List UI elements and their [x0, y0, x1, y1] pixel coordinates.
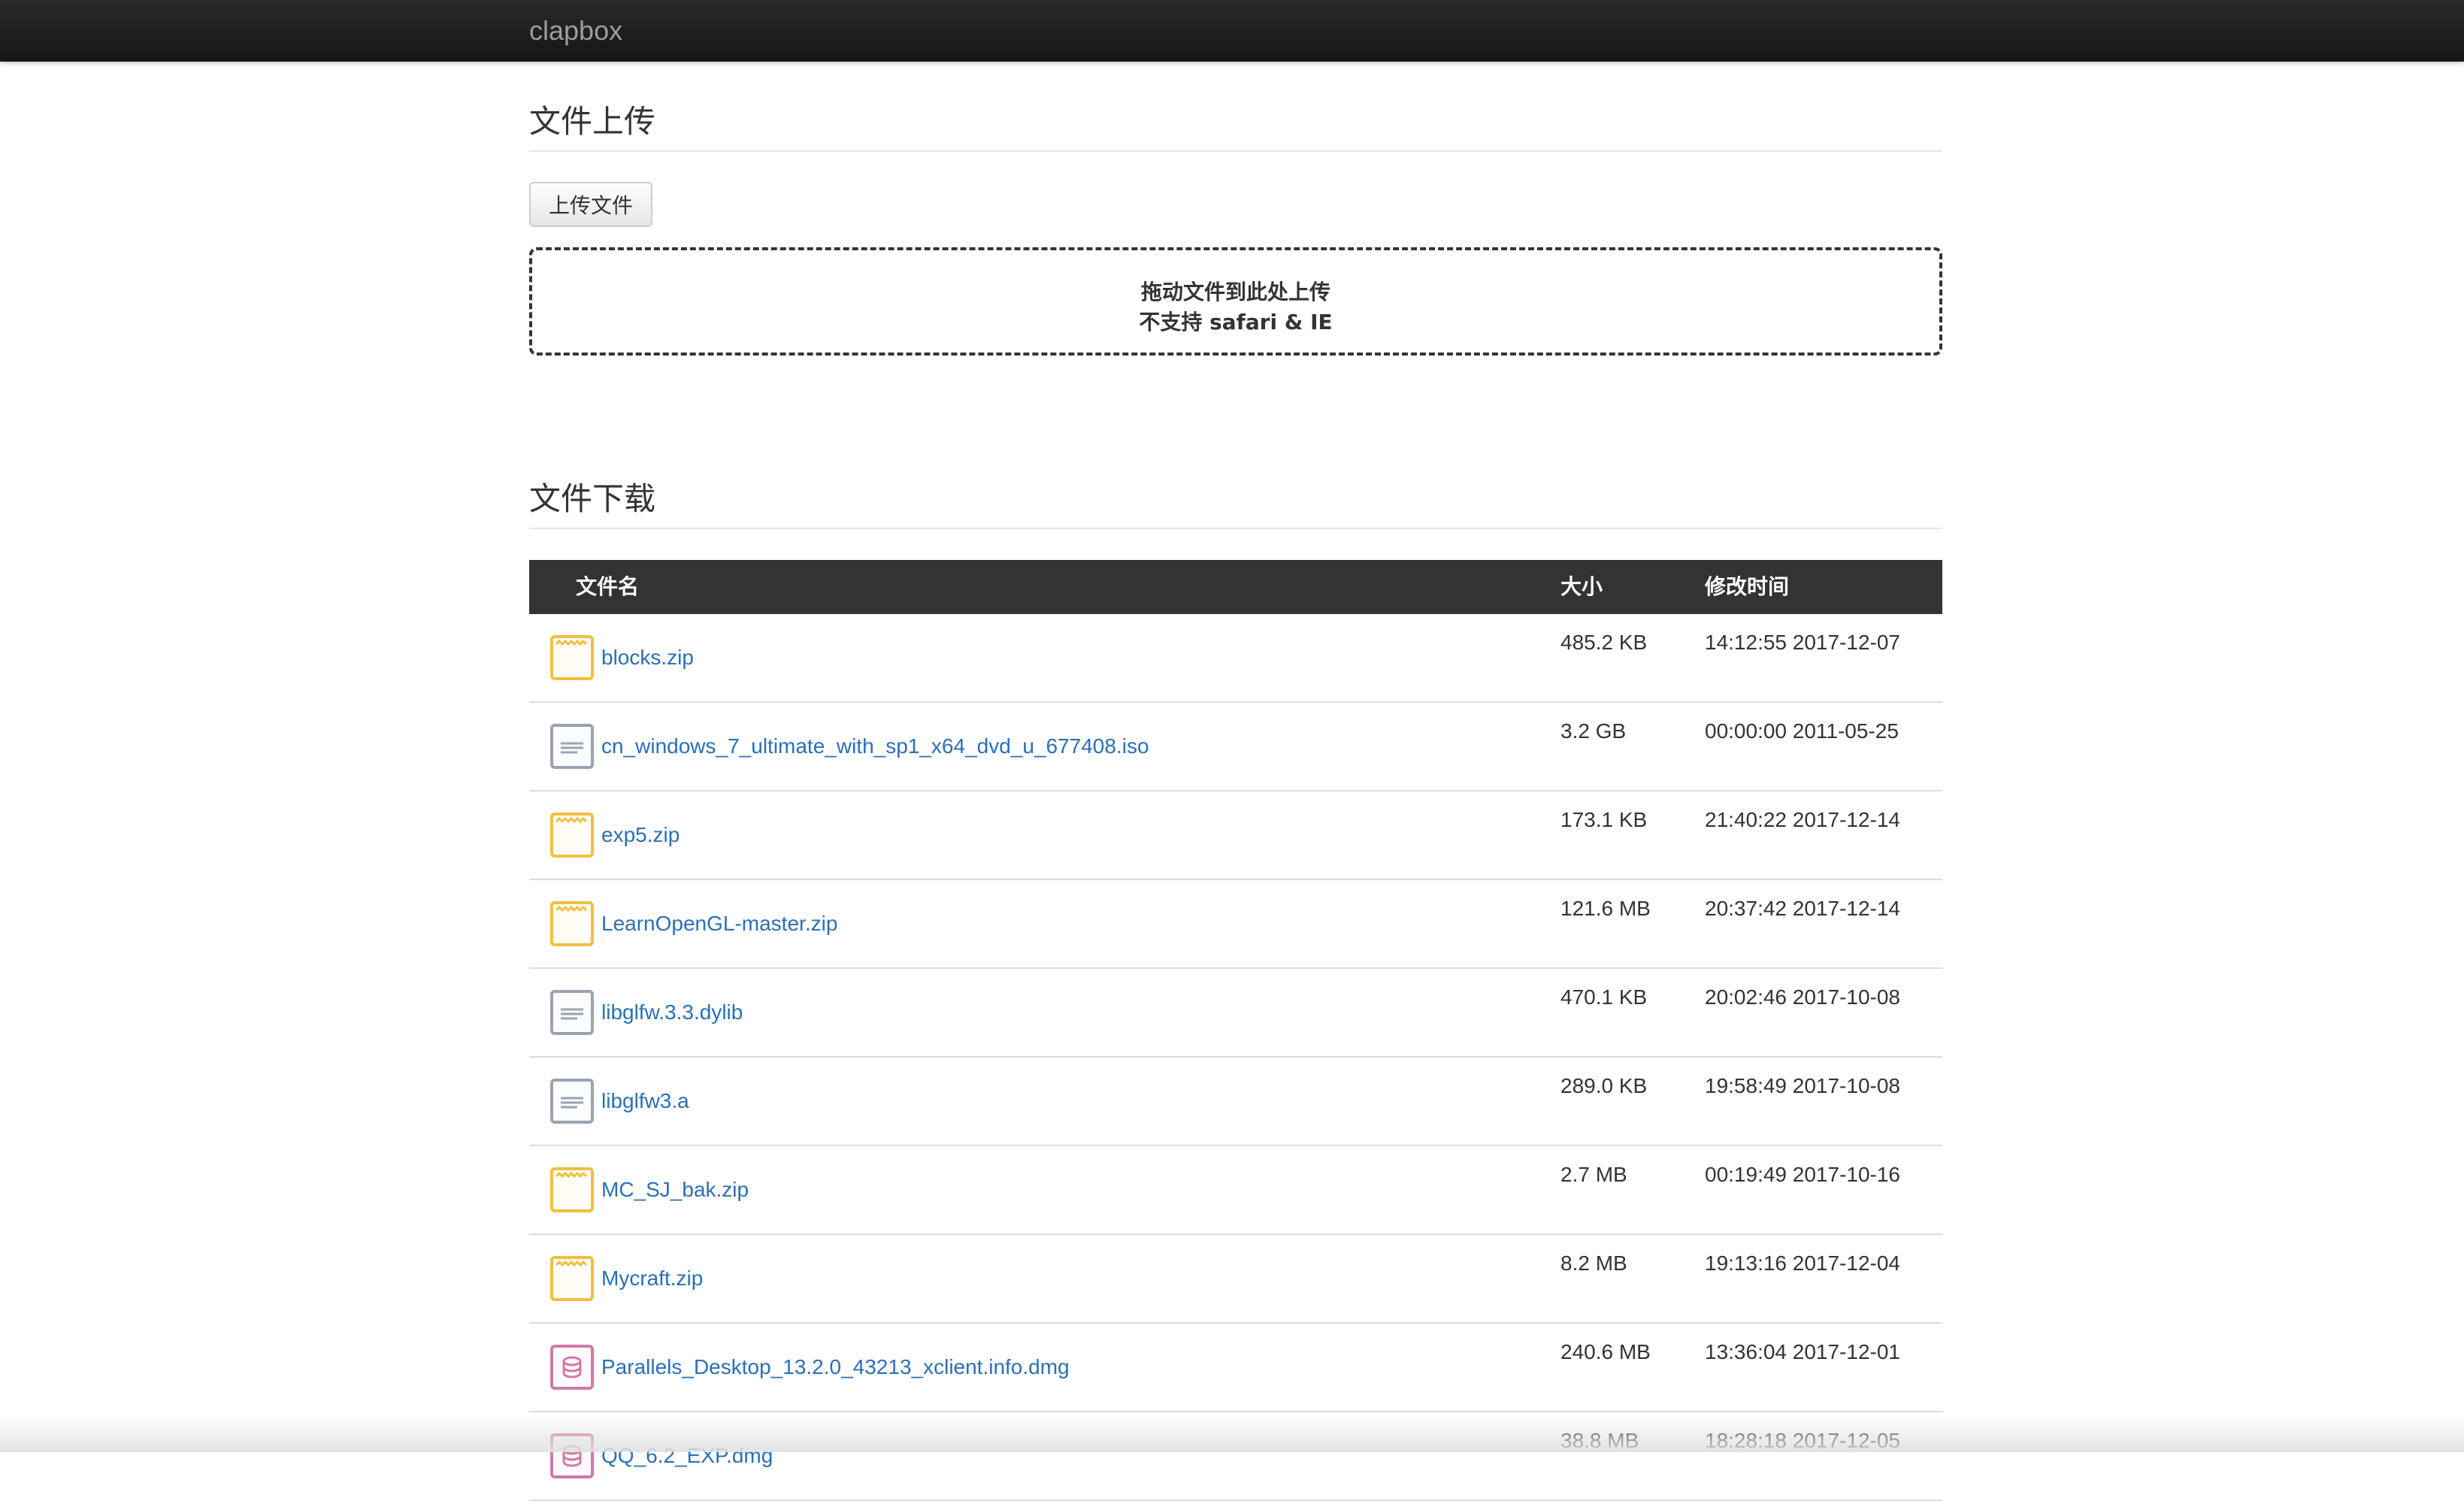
file-download-link[interactable]: exp5.zip [601, 820, 680, 850]
file-size: 121.6 MB [1560, 897, 1651, 920]
file-download-link[interactable]: Mycraft.zip [601, 1263, 703, 1294]
table-row: cn_windows_7_ultimate_with_sp1_x64_dvd_u… [529, 703, 1942, 791]
drop-zone[interactable]: 拖动文件到此处上传 不支持 safari & IE [529, 247, 1942, 356]
table-row: blocks.zip 485.2 KB 14:12:55 2017-12-07 [529, 614, 1942, 703]
table-row: Parallels_Desktop_13.2.0_43213_xclient.i… [529, 1324, 1942, 1412]
brand-logo[interactable]: clapbox [529, 12, 622, 50]
bottom-fade [0, 1413, 2464, 1452]
file-modified-time: 00:19:49 2017-10-16 [1705, 1163, 1900, 1186]
drop-zone-browser-note: 不支持 safari & IE [1139, 310, 1333, 334]
top-navbar: clapbox [0, 0, 2464, 62]
drop-zone-hint: 拖动文件到此处上传 [1140, 280, 1330, 304]
table-row: LearnOpenGL-master.zip 121.6 MB 20:37:42 2… [529, 880, 1942, 969]
disk-image-file-icon [550, 1345, 594, 1390]
file-size: 8.2 MB [1560, 1251, 1627, 1275]
column-header-size[interactable]: 大小 [1560, 572, 1603, 602]
file-size: 2.7 MB [1560, 1163, 1627, 1186]
zip-file-icon [550, 1256, 594, 1301]
file-modified-time: 21:40:22 2017-12-14 [1705, 808, 1900, 831]
file-table: 文件名 大小 修改时间 blocks.zip 485.2 KB 14:12:55 2… [529, 560, 1942, 1501]
table-row: Mycraft.zip 8.2 MB 19:13:16 2017-12-04 [529, 1235, 1942, 1324]
zip-file-icon [550, 901, 594, 946]
upload-section-title: 文件上传 [529, 103, 656, 140]
file-download-link[interactable]: LearnOpenGL-master.zip [601, 909, 837, 939]
file-modified-time: 20:02:46 2017-10-08 [1705, 985, 1900, 1009]
table-header: 文件名 大小 修改时间 [529, 560, 1942, 614]
table-body: blocks.zip 485.2 KB 14:12:55 2017-12-07 cn_… [529, 614, 1942, 1501]
column-header-name[interactable]: 文件名 [576, 572, 639, 602]
file-download-link[interactable]: libglfw3.a [601, 1086, 689, 1116]
file-modified-time: 19:58:49 2017-10-08 [1705, 1074, 1900, 1097]
file-modified-time: 20:37:42 2017-12-14 [1705, 897, 1900, 920]
zip-file-icon [550, 813, 594, 858]
file-size: 240.6 MB [1560, 1340, 1651, 1363]
file-download-link[interactable]: cn_windows_7_ultimate_with_sp1_x64_dvd_u… [601, 731, 1149, 761]
file-modified-time: 14:12:55 2017-12-07 [1705, 631, 1900, 654]
table-row: libglfw3.a 289.0 KB 19:58:49 2017-10-08 [529, 1058, 1942, 1146]
file-size: 173.1 KB [1560, 808, 1648, 831]
file-modified-time: 19:13:16 2017-12-04 [1705, 1251, 1900, 1275]
file-size: 3.2 GB [1560, 719, 1627, 743]
download-section-title: 文件下载 [529, 480, 656, 517]
divider [529, 528, 1942, 529]
file-size: 470.1 KB [1560, 985, 1648, 1009]
file-modified-time: 00:00:00 2011-05-25 [1705, 719, 1899, 743]
document-file-icon [550, 724, 594, 769]
zip-file-icon [550, 1167, 594, 1212]
document-file-icon [550, 990, 594, 1035]
file-download-link[interactable]: blocks.zip [601, 643, 694, 673]
table-row: libglfw.3.3.dylib 470.1 KB 20:02:46 2017-1… [529, 969, 1942, 1058]
column-header-mtime[interactable]: 修改时间 [1705, 572, 1789, 602]
table-row: MC_SJ_bak.zip 2.7 MB 00:19:49 2017-10-16 [529, 1146, 1942, 1235]
file-size: 485.2 KB [1560, 631, 1648, 654]
file-download-link[interactable]: libglfw.3.3.dylib [601, 997, 743, 1027]
divider [529, 150, 1942, 152]
table-row: exp5.zip 173.1 KB 21:40:22 2017-12-14 [529, 791, 1942, 880]
document-file-icon [550, 1079, 594, 1124]
file-download-link[interactable]: Parallels_Desktop_13.2.0_43213_xclient.i… [601, 1352, 1070, 1382]
file-size: 289.0 KB [1560, 1074, 1648, 1097]
upload-file-button[interactable]: 上传文件 [529, 182, 652, 227]
zip-file-icon [550, 635, 594, 680]
file-modified-time: 13:36:04 2017-12-01 [1705, 1340, 1900, 1363]
file-download-link[interactable]: MC_SJ_bak.zip [601, 1175, 749, 1205]
